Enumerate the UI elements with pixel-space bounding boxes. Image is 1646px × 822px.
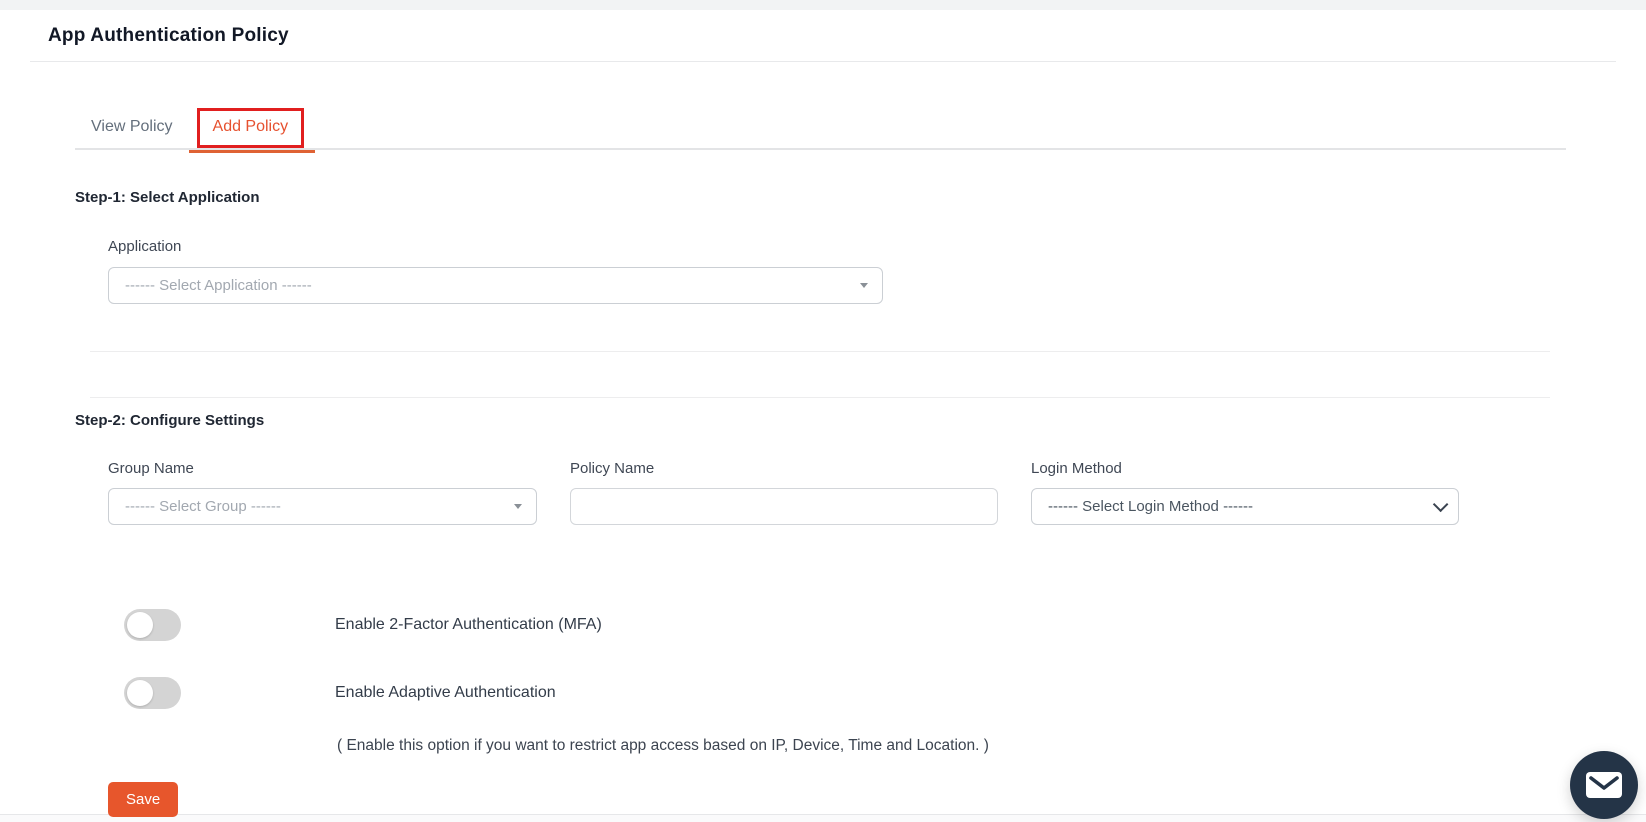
header-divider: [30, 61, 1616, 62]
application-field: Application ------ Select Application --…: [108, 238, 1646, 304]
tab-view-policy[interactable]: View Policy: [75, 108, 189, 148]
mfa-toggle-row: Enable 2-Factor Authentication (MFA): [124, 609, 1646, 641]
mfa-toggle[interactable]: [124, 609, 181, 641]
chevron-down-icon: [1432, 496, 1449, 513]
step2-heading: Step-2: Configure Settings: [75, 412, 265, 429]
app-authentication-policy-page: App Authentication Policy View Policy Ad…: [0, 10, 1646, 819]
dropdown-arrow-icon: [514, 504, 522, 509]
top-background-strip: [0, 0, 1646, 10]
save-button[interactable]: Save: [108, 782, 179, 817]
policy-name-field: Policy Name: [570, 460, 998, 525]
adaptive-toggle-row: Enable Adaptive Authentication: [124, 677, 1646, 709]
policy-tabs: View Policy Add Policy: [75, 108, 1566, 153]
tab-add-policy[interactable]: Add Policy: [188, 108, 315, 153]
adaptive-toggle-label: Enable Adaptive Authentication: [335, 684, 556, 701]
login-method-label: Login Method: [1031, 460, 1122, 477]
section-divider: [90, 397, 1550, 398]
adaptive-auth-toggle[interactable]: [124, 677, 181, 709]
mfa-toggle-label: Enable 2-Factor Authentication (MFA): [335, 616, 602, 633]
application-label: Application: [108, 238, 182, 255]
section-divider: [90, 351, 1550, 352]
login-method-field: Login Method ------ Select Login Method …: [1031, 460, 1459, 525]
group-select-placeholder: ------ Select Group ------: [125, 498, 281, 515]
login-method-select-placeholder: ------ Select Login Method ------: [1048, 498, 1254, 515]
login-method-select[interactable]: ------ Select Login Method ------: [1031, 488, 1459, 525]
group-name-select[interactable]: ------ Select Group ------: [108, 488, 537, 525]
envelope-icon: [1586, 772, 1622, 798]
application-select[interactable]: ------ Select Application ------: [108, 267, 883, 304]
adaptive-auth-note: ( Enable this option if you want to rest…: [337, 737, 989, 754]
group-name-field: Group Name ------ Select Group ------: [108, 460, 537, 525]
page-title: App Authentication Policy: [48, 25, 289, 46]
dropdown-arrow-icon: [860, 283, 868, 288]
application-select-placeholder: ------ Select Application ------: [125, 277, 312, 294]
toggle-knob: [127, 612, 153, 638]
chat-launcher-button[interactable]: [1570, 751, 1638, 819]
step1-heading: Step-1: Select Application: [75, 189, 260, 206]
toggle-knob: [127, 680, 153, 706]
page-header: App Authentication Policy: [0, 10, 1646, 47]
policy-name-label: Policy Name: [570, 460, 655, 477]
configure-settings-row: Group Name ------ Select Group ------ Po…: [108, 460, 1646, 525]
group-name-label: Group Name: [108, 460, 194, 477]
policy-name-input[interactable]: [570, 488, 998, 525]
